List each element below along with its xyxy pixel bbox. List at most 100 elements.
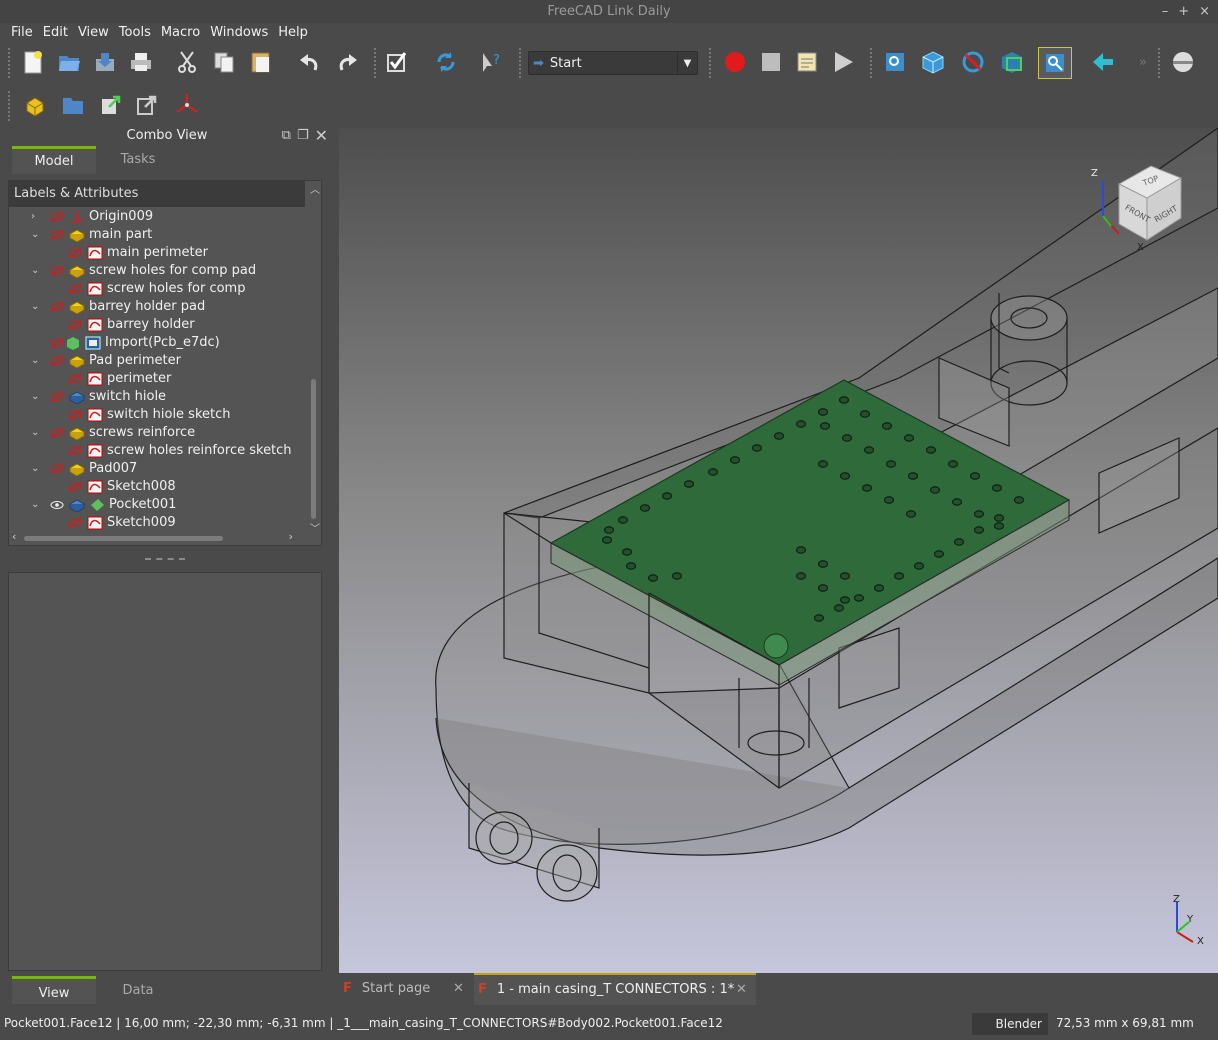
eye-hidden-icon[interactable] bbox=[67, 408, 83, 422]
expand-open-icon[interactable]: ⌄ bbox=[31, 424, 41, 442]
tree-header[interactable]: Labels & Attributes bbox=[9, 181, 305, 207]
redo-icon[interactable] bbox=[333, 47, 363, 77]
eye-hidden-icon[interactable] bbox=[67, 516, 83, 530]
eye-hidden-icon[interactable] bbox=[67, 372, 83, 386]
tree-item[interactable]: ⌄ screw holes for comp pad bbox=[31, 262, 256, 280]
toolbar-grip[interactable] bbox=[8, 48, 12, 78]
tree-horizontal-scrollbar[interactable]: ‹ › bbox=[9, 530, 309, 545]
new-file-icon[interactable] bbox=[18, 47, 48, 77]
tree-item[interactable]: main perimeter bbox=[67, 244, 208, 262]
back-arrow-icon[interactable] bbox=[1088, 47, 1118, 77]
tree-item[interactable]: perimeter bbox=[67, 370, 171, 388]
close-window-button[interactable]: × bbox=[1199, 0, 1210, 24]
tree-item[interactable]: ⌄ Pad perimeter bbox=[31, 352, 181, 370]
tree-item[interactable]: › Origin009 bbox=[31, 208, 153, 226]
close-tab-icon[interactable]: ✕ bbox=[453, 973, 464, 1005]
stop-macro-icon[interactable] bbox=[756, 47, 786, 77]
toolbar-grip[interactable] bbox=[709, 48, 713, 78]
menu-view[interactable]: View bbox=[73, 23, 114, 43]
expand-open-icon[interactable]: ⌄ bbox=[31, 226, 41, 244]
eye-hidden-icon[interactable] bbox=[67, 318, 83, 332]
eye-hidden-icon[interactable] bbox=[49, 210, 65, 224]
paste-icon[interactable] bbox=[246, 47, 276, 77]
property-view[interactable] bbox=[8, 572, 322, 971]
share-icon[interactable] bbox=[132, 90, 162, 120]
tab-view[interactable]: View bbox=[12, 976, 96, 1004]
fit-all-icon[interactable] bbox=[880, 47, 910, 77]
cut-icon[interactable] bbox=[172, 47, 202, 77]
copy-icon[interactable] bbox=[209, 47, 239, 77]
tree-item[interactable]: Sketch009 bbox=[67, 514, 176, 532]
expand-open-icon[interactable]: ⌄ bbox=[31, 460, 41, 478]
folder-icon[interactable] bbox=[58, 90, 88, 120]
tab-data[interactable]: Data bbox=[96, 976, 180, 1004]
expand-open-icon[interactable]: ⌄ bbox=[31, 388, 41, 406]
toolbar-overflow-icon[interactable]: » bbox=[1128, 47, 1158, 77]
tree-item[interactable]: screw holes for comp bbox=[67, 280, 245, 298]
menu-tools[interactable]: Tools bbox=[114, 23, 156, 43]
workbench-selector[interactable]: ➡ Start ▼ bbox=[528, 51, 698, 75]
tab-main-casing[interactable]: F 1 - main casing_T CONNECTORS : 1* ✕ bbox=[474, 973, 756, 1005]
minimize-button[interactable]: – bbox=[1162, 0, 1169, 24]
run-macro-icon[interactable] bbox=[828, 47, 858, 77]
expand-closed-icon[interactable]: › bbox=[31, 208, 41, 226]
eye-hidden-icon[interactable] bbox=[49, 336, 65, 350]
float-panel-icon[interactable]: ⧉ bbox=[282, 128, 291, 144]
tab-tasks[interactable]: Tasks bbox=[96, 146, 180, 174]
bounding-box-icon[interactable] bbox=[997, 47, 1027, 77]
menu-macro[interactable]: Macro bbox=[156, 23, 205, 43]
expand-open-icon[interactable]: ⌄ bbox=[31, 298, 41, 316]
tree-item[interactable]: ⌄ barrey holder pad bbox=[31, 298, 205, 316]
expand-open-icon[interactable]: ⌄ bbox=[31, 352, 41, 370]
scroll-left-icon[interactable]: ‹ bbox=[12, 530, 16, 543]
tree-item[interactable]: Sketch008 bbox=[67, 478, 176, 496]
scroll-up-icon[interactable]: ︿ bbox=[310, 181, 320, 196]
model-tree[interactable]: Labels & Attributes ︿ ﹀ › Origin009 ⌄ main … bbox=[8, 180, 322, 546]
tree-vertical-scrollbar[interactable]: ︿ ﹀ bbox=[307, 181, 321, 535]
menu-file[interactable]: File bbox=[6, 23, 38, 43]
tree-item[interactable]: ⌄ main part bbox=[31, 226, 152, 244]
tab-start-page[interactable]: F Start page ✕ bbox=[343, 973, 469, 1005]
eye-hidden-icon[interactable] bbox=[67, 480, 83, 494]
scroll-right-icon[interactable]: › bbox=[289, 530, 293, 543]
export-icon[interactable] bbox=[96, 90, 126, 120]
print-icon[interactable] bbox=[126, 47, 156, 77]
draw-style-icon[interactable] bbox=[958, 47, 988, 77]
tree-item[interactable]: ⌄ switch hiole bbox=[31, 388, 166, 406]
whats-this-icon[interactable]: ? bbox=[476, 47, 506, 77]
menu-windows[interactable]: Windows bbox=[205, 23, 273, 43]
eye-hidden-icon[interactable] bbox=[49, 426, 65, 440]
eye-hidden-icon[interactable] bbox=[49, 228, 65, 242]
open-file-icon[interactable] bbox=[54, 47, 84, 77]
navigation-style-button[interactable]: Blender bbox=[972, 1013, 1048, 1035]
toolbar-grip[interactable] bbox=[8, 91, 12, 121]
maximize-button[interactable]: + bbox=[1178, 0, 1189, 24]
toolbar-grip[interactable] bbox=[1158, 48, 1162, 78]
expand-open-icon[interactable]: ⌄ bbox=[31, 496, 41, 514]
eye-hidden-icon[interactable] bbox=[67, 444, 83, 458]
tree-item[interactable]: ⌄ Pocket001 bbox=[31, 496, 176, 514]
save-icon[interactable] bbox=[90, 47, 120, 77]
body-icon[interactable] bbox=[20, 90, 50, 120]
3d-viewport[interactable]: TOP FRONT RIGHT Z X Z Y X bbox=[339, 128, 1218, 973]
tree-item[interactable]: ⌄ screws reinforce bbox=[31, 424, 195, 442]
expand-open-icon[interactable]: ⌄ bbox=[31, 262, 41, 280]
eye-hidden-icon[interactable] bbox=[67, 282, 83, 296]
navigation-cube[interactable]: TOP FRONT RIGHT Z X bbox=[1089, 156, 1199, 256]
restore-panel-icon[interactable]: ❐ bbox=[297, 128, 309, 144]
close-tab-icon[interactable]: ✕ bbox=[736, 974, 747, 1006]
view-menu-icon[interactable] bbox=[1168, 47, 1198, 77]
eye-hidden-icon[interactable] bbox=[49, 390, 65, 404]
model-render[interactable] bbox=[339, 128, 1218, 973]
scroll-down-icon[interactable]: ﹀ bbox=[310, 520, 320, 535]
tree-item[interactable]: switch hiole sketch bbox=[67, 406, 231, 424]
toolbar-grip[interactable] bbox=[519, 48, 523, 78]
eye-hidden-icon[interactable] bbox=[49, 462, 65, 476]
tree-item[interactable]: barrey holder bbox=[67, 316, 195, 334]
eye-visible-icon[interactable] bbox=[49, 498, 65, 512]
tree-item[interactable]: screw holes reinforce sketch bbox=[67, 442, 292, 460]
menu-help[interactable]: Help bbox=[273, 23, 313, 43]
undo-icon[interactable] bbox=[294, 47, 324, 77]
tree-item[interactable]: Import(Pcb_e7dc) bbox=[49, 334, 220, 352]
scroll-thumb[interactable] bbox=[24, 536, 223, 541]
